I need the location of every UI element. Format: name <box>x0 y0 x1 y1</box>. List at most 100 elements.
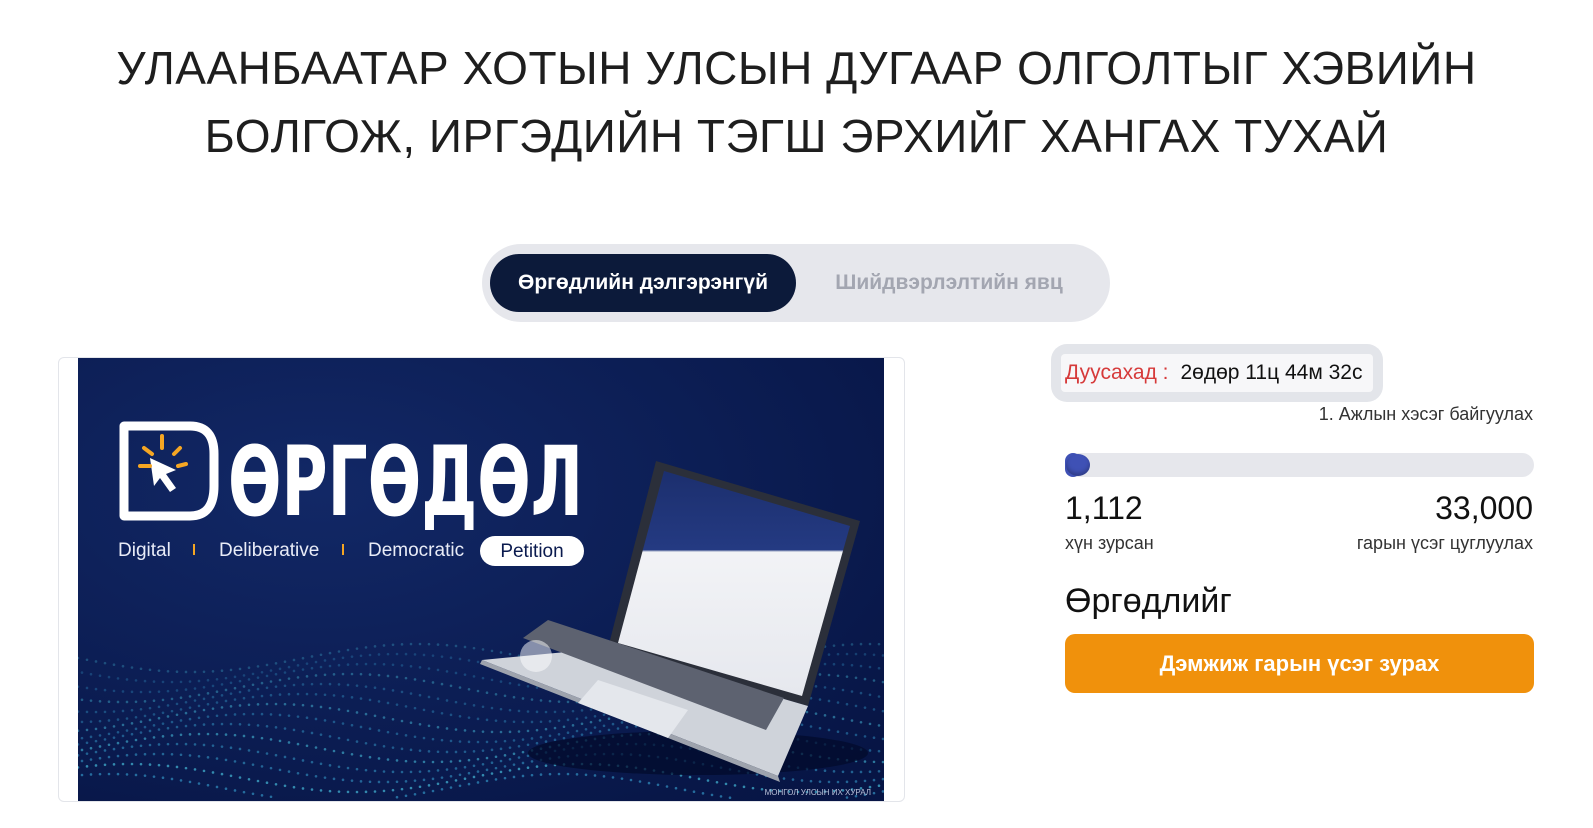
banner-dot <box>521 697 525 700</box>
banner-dot <box>458 784 462 788</box>
banner-dot <box>328 664 332 668</box>
banner-dot <box>314 692 318 696</box>
progress-knob <box>1066 454 1090 476</box>
banner-dot <box>575 773 579 776</box>
banner-dot <box>287 714 291 717</box>
banner-dot <box>256 665 260 668</box>
banner-dot <box>422 653 426 657</box>
banner-dot <box>337 790 341 793</box>
banner-dot <box>656 783 660 787</box>
banner-dot <box>454 779 458 782</box>
banner-dot <box>305 662 309 665</box>
banner-dot <box>332 777 336 781</box>
banner-dot <box>395 732 399 736</box>
banner-dot <box>440 760 444 764</box>
banner-dot <box>539 720 543 724</box>
banner-dot <box>391 717 395 721</box>
banner-dot <box>319 665 323 669</box>
banner-dot <box>220 706 224 709</box>
banner-dot <box>373 686 377 690</box>
banner-dot <box>391 770 395 774</box>
banner-dot <box>494 740 498 743</box>
banner-dot <box>170 697 174 701</box>
banner-dot <box>152 713 156 716</box>
banner-dot <box>841 770 845 774</box>
banner-dot <box>409 692 413 695</box>
banner-dot <box>818 698 822 701</box>
banner-dot <box>409 664 413 668</box>
tab-petition-details[interactable]: Өргөдлийн дэлгэрэнгүй <box>490 254 796 312</box>
banner-dot <box>364 662 368 666</box>
banner-dot <box>445 643 449 647</box>
banner-dot <box>859 642 863 646</box>
banner-dot <box>463 702 467 706</box>
banner-dot <box>499 730 503 734</box>
banner-dot <box>94 750 98 754</box>
banner-dot <box>409 721 413 724</box>
banner-dot <box>197 754 201 758</box>
banner-dot <box>193 687 197 690</box>
banner-dot <box>292 728 296 732</box>
banner-dot <box>566 700 570 704</box>
banner-dot <box>197 732 201 736</box>
banner-dot <box>422 736 426 740</box>
sign-petition-button[interactable]: Дэмжиж гарын үсэг зурах <box>1065 634 1534 693</box>
banner-dot <box>274 753 278 757</box>
banner-dot <box>791 778 795 781</box>
banner-dot <box>526 766 530 770</box>
banner-dot <box>278 739 282 743</box>
banner-dot <box>850 719 854 722</box>
banner-dot <box>184 711 188 715</box>
banner-dot <box>301 759 305 762</box>
banner-dot <box>215 690 219 693</box>
banner-dot <box>548 734 552 738</box>
banner-dot <box>544 740 548 743</box>
banner-dot <box>566 718 570 722</box>
banner-dot <box>301 668 305 671</box>
tab-resolution-progress[interactable]: Шийдвэрлэлтийн явц <box>804 254 1094 312</box>
banner-dot <box>431 654 435 657</box>
banner-dot <box>238 667 242 671</box>
banner-dot <box>535 710 539 714</box>
banner-dot <box>508 757 512 761</box>
banner-dot <box>184 724 188 728</box>
banner-dot <box>409 770 413 774</box>
banner-dot <box>260 794 264 797</box>
banner-dot <box>827 699 831 703</box>
banner-dot <box>107 719 111 722</box>
banner-dot <box>305 675 309 678</box>
banner-dot <box>850 643 854 646</box>
banner-dot <box>877 769 881 773</box>
banner-dot <box>193 670 197 674</box>
banner-dot <box>193 710 197 713</box>
banner-dot <box>283 671 287 674</box>
banner-dot <box>121 690 125 693</box>
banner-dot <box>283 702 287 706</box>
banner-dot <box>827 728 831 732</box>
banner-tag-digital: Digital <box>118 540 171 561</box>
banner-dot <box>377 780 381 784</box>
banner-dot <box>274 662 278 665</box>
banner-dot <box>287 741 291 744</box>
banner-dot <box>458 773 462 777</box>
banner-dot <box>292 669 296 673</box>
banner-dot <box>328 735 332 738</box>
banner-dot <box>283 660 287 663</box>
banner-dot <box>143 725 147 729</box>
banner-dot <box>422 679 426 683</box>
petition-image-card: ӨРГӨДӨЛ Digital Deliberative Democratic … <box>58 357 905 802</box>
banner-dot <box>499 680 503 683</box>
banner-dot <box>220 683 224 686</box>
banner-dot <box>310 760 314 764</box>
banner-dot <box>175 742 179 746</box>
banner-dot <box>373 769 377 773</box>
banner-dot <box>98 745 102 748</box>
banner-dot <box>818 726 822 730</box>
banner-dot <box>422 708 426 712</box>
banner-dot <box>233 713 237 716</box>
banner-dot <box>206 756 210 759</box>
banner-dot <box>247 678 251 681</box>
banner-dot <box>458 657 462 661</box>
banner-dot <box>125 729 129 732</box>
banner-dot <box>548 720 552 723</box>
